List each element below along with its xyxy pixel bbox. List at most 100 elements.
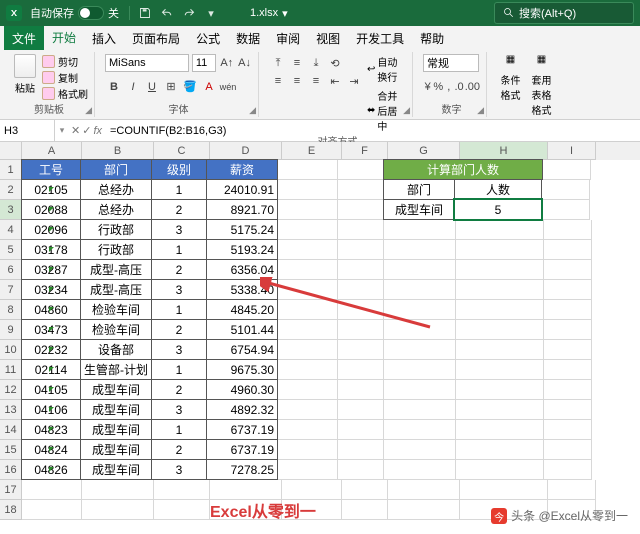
row-header-15[interactable]: 15 xyxy=(0,440,22,460)
cell[interactable]: 4960.30 xyxy=(206,379,278,400)
copy-button[interactable]: 复制 xyxy=(42,70,88,85)
cell[interactable] xyxy=(282,480,342,500)
cell[interactable]: 成型-高压 xyxy=(80,259,152,280)
menu-file[interactable]: 文件 xyxy=(4,26,44,51)
decrease-font-icon[interactable]: A↓ xyxy=(237,54,252,72)
cell[interactable] xyxy=(342,480,388,500)
cell[interactable] xyxy=(388,500,460,520)
row-header-16[interactable]: 16 xyxy=(0,460,22,480)
col-header-F[interactable]: F xyxy=(342,142,388,160)
number-format-select[interactable]: 常规 xyxy=(423,54,479,72)
cell[interactable]: 总经办 xyxy=(80,179,152,200)
menu-developer[interactable]: 开发工具 xyxy=(348,26,412,51)
bold-button[interactable]: B xyxy=(105,78,123,96)
cell[interactable] xyxy=(338,260,384,280)
cell[interactable] xyxy=(543,160,591,180)
wrap-text-button[interactable]: ↩自动换行 xyxy=(367,54,406,84)
currency-icon[interactable]: ¥ xyxy=(423,78,432,96)
cell[interactable] xyxy=(460,480,548,500)
cell[interactable] xyxy=(210,480,282,500)
cell[interactable] xyxy=(456,420,544,440)
cell[interactable] xyxy=(338,320,384,340)
side-dept-label[interactable]: 部门 xyxy=(383,179,455,200)
row-header-3[interactable]: 3 xyxy=(0,200,22,220)
dialog-launcher-icon[interactable]: ◢ xyxy=(477,105,484,116)
cell[interactable]: 03473 xyxy=(21,319,81,340)
cell[interactable] xyxy=(384,340,456,360)
fill-color-button[interactable]: 🪣 xyxy=(181,78,199,96)
row-header-17[interactable]: 17 xyxy=(0,480,22,500)
col-header-I[interactable]: I xyxy=(548,142,596,160)
cell[interactable]: 02088 xyxy=(21,199,81,220)
row-header-8[interactable]: 8 xyxy=(0,300,22,320)
cell[interactable] xyxy=(544,260,592,280)
row-header-6[interactable]: 6 xyxy=(0,260,22,280)
cell[interactable] xyxy=(456,340,544,360)
header-id[interactable]: 工号 xyxy=(21,159,81,180)
qat-dropdown-icon[interactable]: ▾ xyxy=(204,6,218,20)
cell[interactable]: 成型-高压 xyxy=(80,279,152,300)
cell[interactable] xyxy=(22,480,82,500)
align-right-icon[interactable]: ≡ xyxy=(307,72,325,90)
cancel-formula-icon[interactable]: ✕ xyxy=(71,124,80,137)
cell[interactable] xyxy=(82,480,154,500)
cell[interactable]: 设备部 xyxy=(80,339,152,360)
font-name-select[interactable]: MiSans xyxy=(105,54,189,72)
cut-button[interactable]: 剪切 xyxy=(42,54,88,69)
percent-icon[interactable]: % xyxy=(433,78,443,96)
cell[interactable]: 02232 xyxy=(21,339,81,360)
cell[interactable] xyxy=(542,180,590,200)
col-header-C[interactable]: C xyxy=(154,142,210,160)
col-header-E[interactable]: E xyxy=(282,142,342,160)
font-color-button[interactable]: A xyxy=(200,78,218,96)
cell[interactable]: 2 xyxy=(151,259,207,280)
cell[interactable] xyxy=(384,280,456,300)
header-level[interactable]: 级别 xyxy=(151,159,207,180)
cell[interactable] xyxy=(456,360,544,380)
cell[interactable] xyxy=(544,460,592,480)
cell[interactable] xyxy=(544,440,592,460)
cell[interactable] xyxy=(338,160,384,180)
cell[interactable] xyxy=(342,500,388,520)
side-count-label[interactable]: 人数 xyxy=(454,179,542,200)
cell[interactable] xyxy=(384,360,456,380)
comma-icon[interactable]: , xyxy=(444,78,453,96)
save-icon[interactable] xyxy=(138,6,152,20)
cell[interactable] xyxy=(278,220,338,240)
cell[interactable]: 2 xyxy=(151,439,207,460)
align-left-icon[interactable]: ≡ xyxy=(269,72,287,90)
cell[interactable] xyxy=(384,240,456,260)
cell[interactable] xyxy=(456,380,544,400)
decrease-decimal-icon[interactable]: .00 xyxy=(465,78,480,96)
menu-view[interactable]: 视图 xyxy=(308,26,348,51)
cell[interactable]: 1 xyxy=(151,239,207,260)
menu-review[interactable]: 审阅 xyxy=(268,26,308,51)
menu-layout[interactable]: 页面布局 xyxy=(124,26,188,51)
cell[interactable]: 4892.32 xyxy=(206,399,278,420)
cell[interactable] xyxy=(544,340,592,360)
menu-data[interactable]: 数据 xyxy=(228,26,268,51)
underline-button[interactable]: U xyxy=(143,78,161,96)
side-title[interactable]: 计算部门人数 xyxy=(383,159,543,180)
col-header-D[interactable]: D xyxy=(210,142,282,160)
cell[interactable] xyxy=(338,440,384,460)
italic-button[interactable]: I xyxy=(124,78,142,96)
dialog-launcher-icon[interactable]: ◢ xyxy=(249,105,256,116)
header-dept[interactable]: 部门 xyxy=(80,159,152,180)
cell[interactable] xyxy=(384,440,456,460)
cell[interactable]: 2 xyxy=(151,199,207,220)
cell[interactable] xyxy=(544,400,592,420)
cell[interactable] xyxy=(278,360,338,380)
cell[interactable] xyxy=(338,380,384,400)
format-as-table-button[interactable]: ▦套用 表格格式 xyxy=(528,54,555,117)
cell[interactable]: 1 xyxy=(151,359,207,380)
align-bottom-icon[interactable]: ⤓ xyxy=(307,54,325,72)
menu-home[interactable]: 开始 xyxy=(44,25,84,52)
cell[interactable]: 6737.19 xyxy=(206,439,278,460)
cell[interactable] xyxy=(456,260,544,280)
cell[interactable] xyxy=(544,280,592,300)
cell[interactable] xyxy=(338,280,384,300)
redo-icon[interactable] xyxy=(182,6,196,20)
cell[interactable] xyxy=(544,420,592,440)
cell[interactable]: 03287 xyxy=(21,259,81,280)
